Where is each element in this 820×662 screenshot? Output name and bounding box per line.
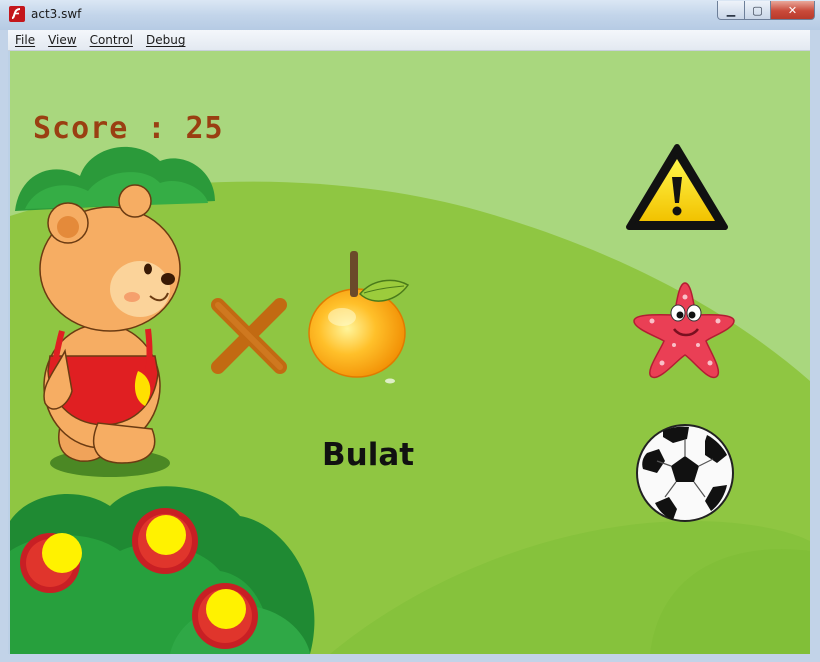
soccer-ball-choice[interactable]: [635, 423, 735, 523]
window-title: act3.swf: [31, 7, 82, 21]
shape-word-label: Bulat: [322, 437, 415, 473]
minimize-icon: ▁: [726, 3, 736, 17]
menu-control[interactable]: Control: [90, 33, 133, 47]
maximize-icon: ▢: [752, 3, 763, 17]
wrong-mark-icon: [211, 298, 287, 374]
maximize-button[interactable]: ▢: [745, 1, 771, 20]
close-button[interactable]: ✕: [771, 1, 815, 20]
menu-debug[interactable]: Debug: [146, 33, 185, 47]
starfish-choice[interactable]: [630, 279, 740, 383]
title-bar[interactable]: act3.swf ▁ ▢ ✕: [0, 0, 820, 30]
orange-target-image: [308, 251, 410, 384]
flower-3: [192, 583, 258, 649]
menu-bar: File View Control Debug: [8, 30, 810, 51]
window-frame-right: [810, 30, 820, 662]
close-icon: ✕: [787, 3, 798, 17]
menu-view[interactable]: View: [48, 33, 76, 47]
flash-player-icon: [9, 6, 25, 22]
score-display: Score : 25: [33, 111, 224, 146]
window-frame-bottom: [0, 654, 820, 662]
minimize-button[interactable]: ▁: [717, 1, 745, 20]
window-frame-left: [0, 30, 8, 662]
flower-2: [132, 508, 198, 574]
game-stage[interactable]: Score : 25 Bulat: [10, 51, 810, 654]
menu-file[interactable]: File: [15, 33, 35, 47]
warning-sign-choice[interactable]: [625, 143, 729, 233]
